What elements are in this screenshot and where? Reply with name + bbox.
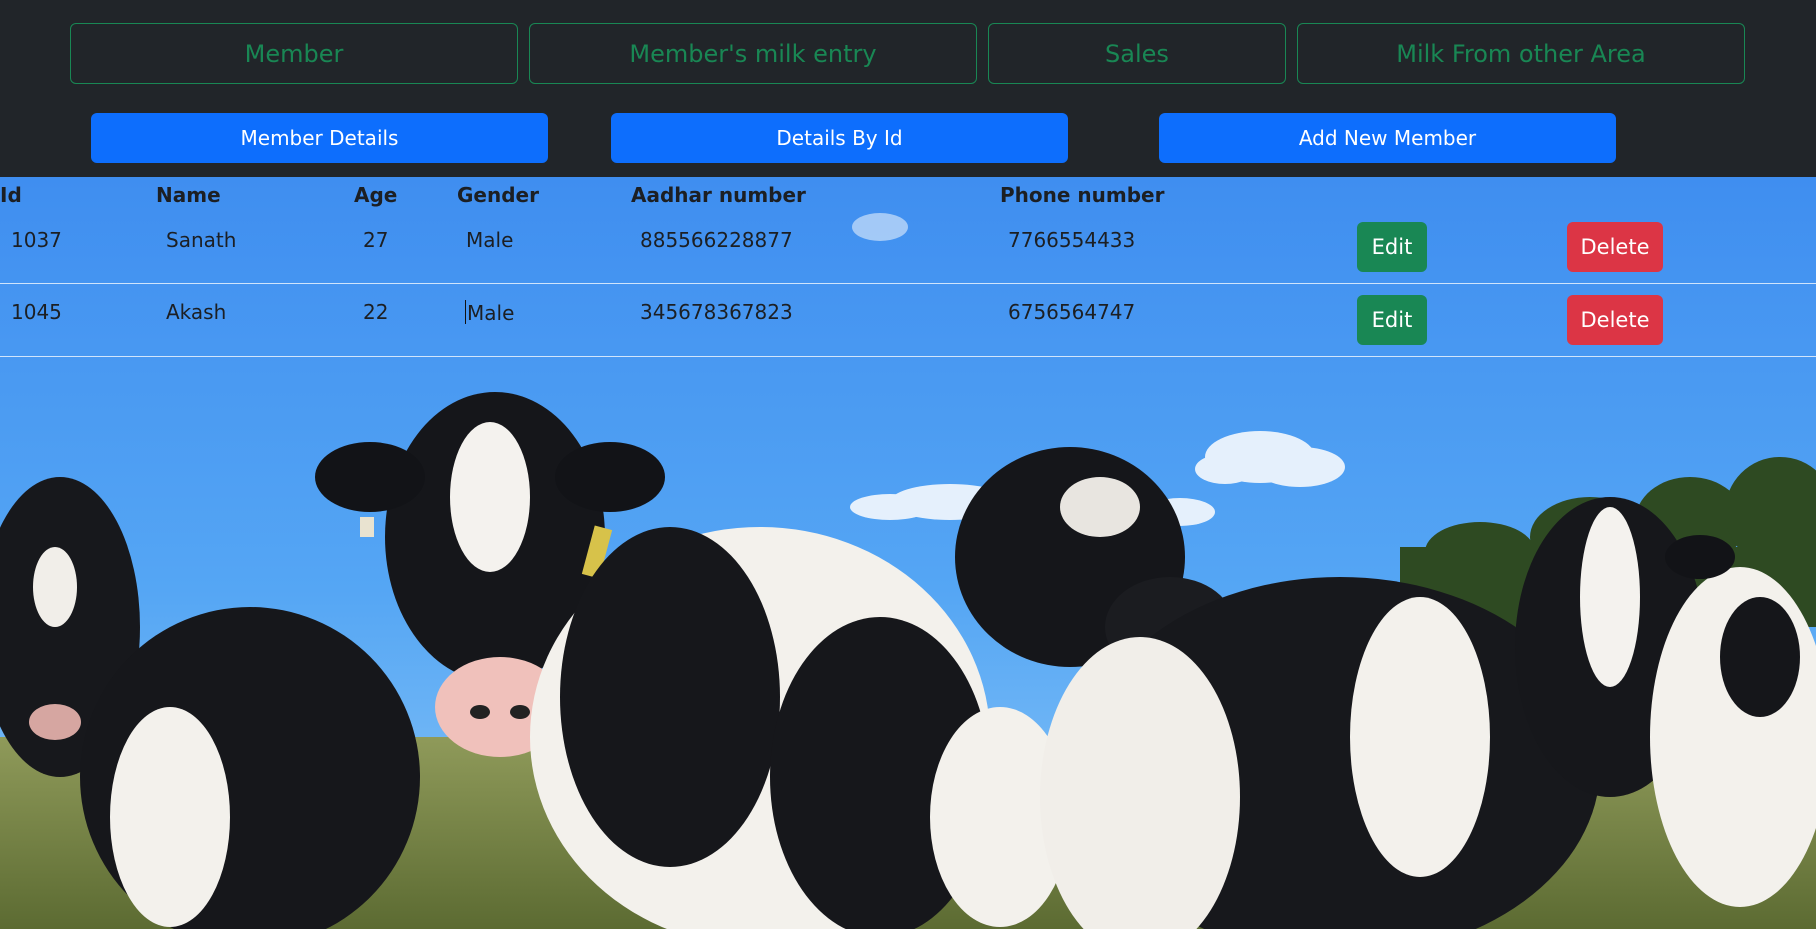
cell-age: 22 bbox=[363, 300, 389, 324]
table-row: 1037 Sanath 27 Male 885566228877 7766554… bbox=[0, 211, 1816, 284]
cell-age: 27 bbox=[363, 228, 389, 252]
cell-gender: Male bbox=[466, 228, 514, 252]
header-aadhar: Aadhar number bbox=[631, 183, 806, 207]
table-row: 1045 Akash 22 Male 345678367823 67565647… bbox=[0, 284, 1816, 357]
cell-name: Akash bbox=[166, 300, 227, 324]
nav-milk-other-area-button[interactable]: Milk From other Area bbox=[1297, 23, 1745, 84]
header-id: Id bbox=[0, 183, 22, 207]
member-details-button[interactable]: Member Details bbox=[91, 113, 548, 163]
cell-phone: 6756564747 bbox=[1008, 300, 1136, 324]
header-gender: Gender bbox=[457, 183, 539, 207]
details-by-id-button[interactable]: Details By Id bbox=[611, 113, 1068, 163]
cell-aadhar: 885566228877 bbox=[640, 228, 793, 252]
text-cursor bbox=[465, 300, 466, 324]
cell-gender-text: Male bbox=[467, 301, 515, 325]
cell-gender: Male bbox=[465, 300, 514, 325]
cell-name: Sanath bbox=[166, 228, 237, 252]
cell-id: 1045 bbox=[11, 300, 62, 324]
header-name: Name bbox=[156, 183, 221, 207]
cell-aadhar: 345678367823 bbox=[640, 300, 793, 324]
edit-button[interactable]: Edit bbox=[1357, 295, 1427, 345]
delete-button[interactable]: Delete bbox=[1567, 295, 1663, 345]
edit-button[interactable]: Edit bbox=[1357, 222, 1427, 272]
nav-sales-button[interactable]: Sales bbox=[988, 23, 1286, 84]
nav-milk-entry-button[interactable]: Member's milk entry bbox=[529, 23, 977, 84]
header-phone: Phone number bbox=[1000, 183, 1165, 207]
add-new-member-button[interactable]: Add New Member bbox=[1159, 113, 1616, 163]
page: Member Member's milk entry Sales Milk Fr… bbox=[0, 0, 1816, 929]
cell-phone: 7766554433 bbox=[1008, 228, 1136, 252]
header-age: Age bbox=[354, 183, 398, 207]
cell-id: 1037 bbox=[11, 228, 62, 252]
nav-member-button[interactable]: Member bbox=[70, 23, 518, 84]
main-nav: Member Member's milk entry Sales Milk Fr… bbox=[0, 0, 1816, 96]
delete-button[interactable]: Delete bbox=[1567, 222, 1663, 272]
